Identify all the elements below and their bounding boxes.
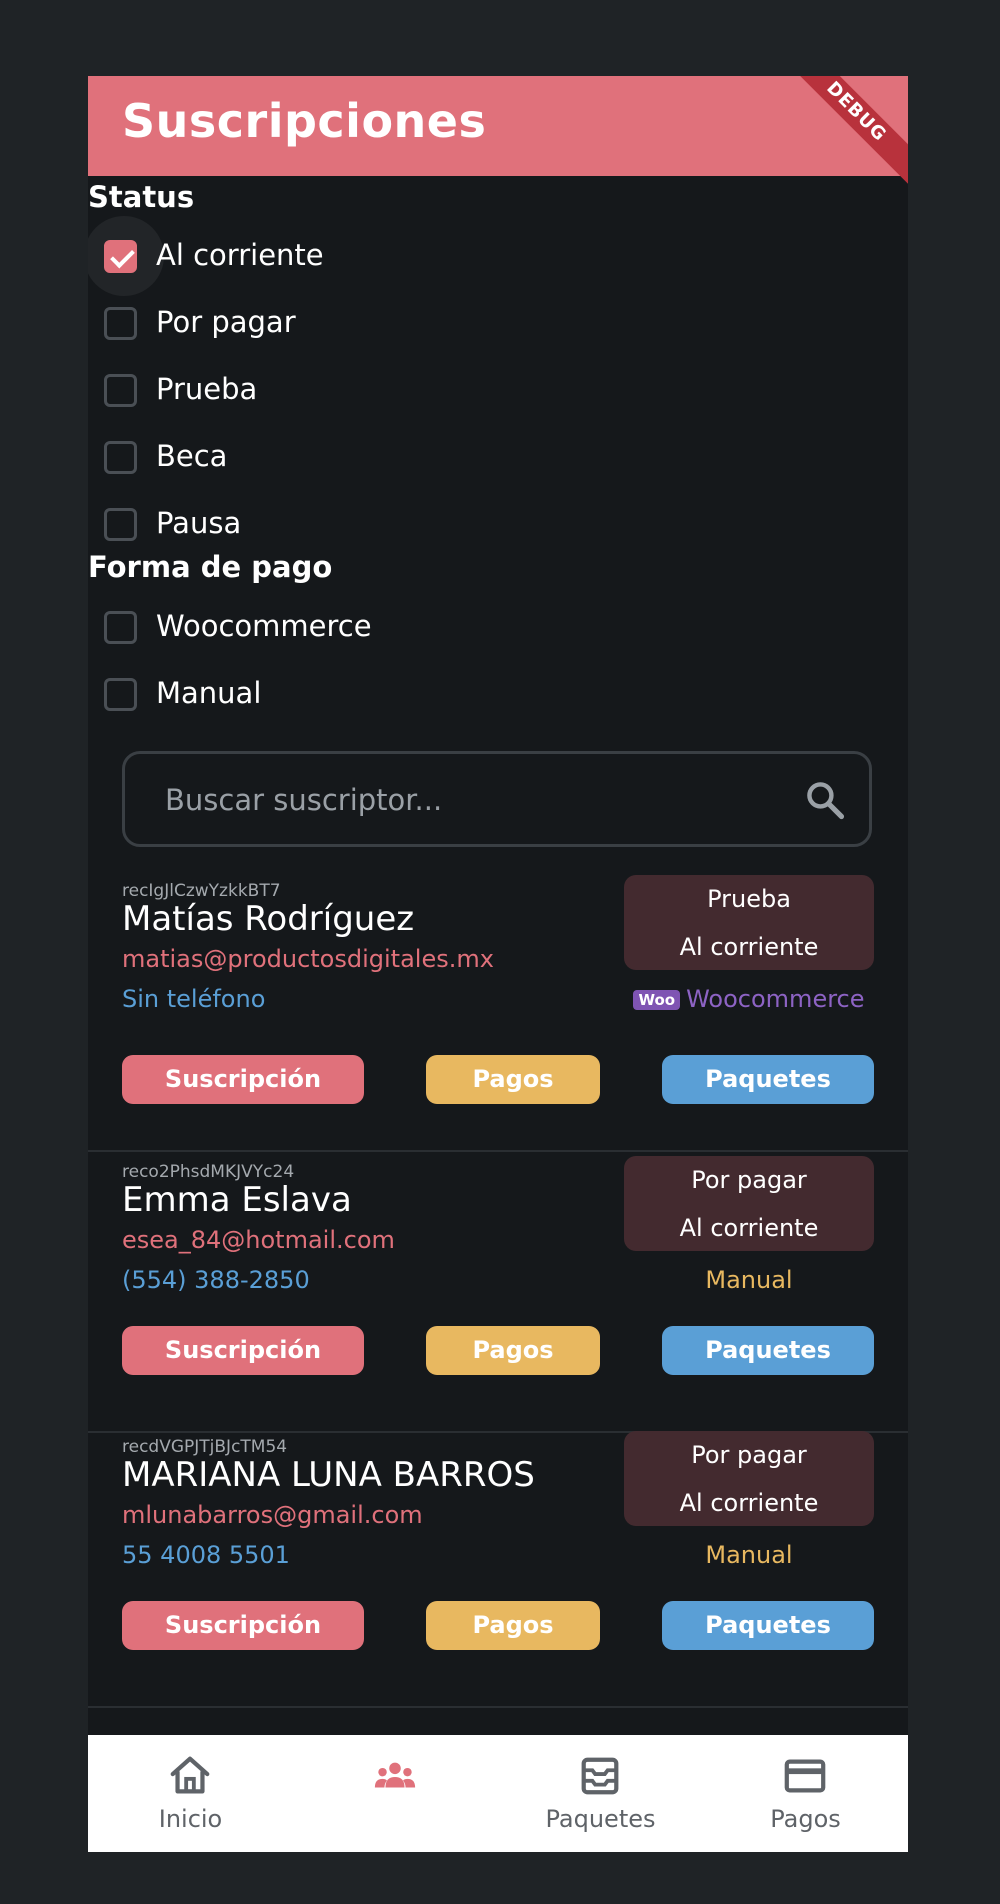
filter-status-beca[interactable]: Beca bbox=[88, 429, 908, 489]
payment-method-label: Manual bbox=[705, 1541, 793, 1569]
status-badge: Prueba Al corriente bbox=[624, 875, 874, 970]
checkbox-label: Woocommerce bbox=[156, 609, 372, 643]
subscriber-card: recdVGPJTjBJcTM54 MARIANA LUNA BARROS ml… bbox=[88, 1431, 908, 1708]
record-id: recdVGPJTjBJcTM54 bbox=[122, 1437, 288, 1457]
credit-card-icon bbox=[784, 1759, 826, 1793]
checkbox[interactable] bbox=[104, 508, 137, 541]
payment-filter-title: Forma de pago bbox=[88, 550, 333, 584]
nav-label: Paquetes bbox=[545, 1805, 656, 1833]
search-box[interactable] bbox=[122, 751, 872, 847]
payment-method: Woo Woocommerce bbox=[624, 985, 874, 1013]
search-input[interactable] bbox=[163, 776, 767, 824]
subscriber-email: matias@productosdigitales.mx bbox=[122, 945, 494, 973]
checkbox-label: Pausa bbox=[156, 506, 242, 540]
search-icon[interactable] bbox=[803, 778, 847, 822]
nav-item-pagos[interactable]: Pagos bbox=[703, 1735, 908, 1852]
payments-button[interactable]: Pagos bbox=[426, 1055, 600, 1104]
app-screen: Suscripciones DEBUG Status Al corriente … bbox=[88, 76, 908, 1852]
subscription-button[interactable]: Suscripción bbox=[122, 1326, 364, 1375]
status-badge: Por pagar Al corriente bbox=[624, 1431, 874, 1526]
status-filter-title: Status bbox=[88, 180, 195, 214]
checkbox[interactable] bbox=[104, 678, 137, 711]
filter-status-prueba[interactable]: Prueba bbox=[88, 362, 908, 422]
subscriber-phone: 55 4008 5501 bbox=[122, 1541, 290, 1569]
subscriber-email: mlunabarros@gmail.com bbox=[122, 1501, 423, 1529]
checkbox[interactable] bbox=[104, 307, 137, 340]
plan-label: Prueba bbox=[707, 885, 791, 913]
nav-label: Pagos bbox=[770, 1805, 841, 1833]
subscriber-name: MARIANA LUNA BARROS bbox=[122, 1455, 535, 1495]
subscriber-card: reco2PhsdMKJVYc24 Emma Eslava esea_84@ho… bbox=[88, 1156, 908, 1433]
nav-label: Inicio bbox=[158, 1805, 223, 1833]
filter-status-por-pagar[interactable]: Por pagar bbox=[88, 295, 908, 355]
checkbox-label: Prueba bbox=[156, 372, 258, 406]
nav-item-paquetes[interactable]: Paquetes bbox=[498, 1735, 703, 1852]
filter-status-pausa[interactable]: Pausa bbox=[88, 496, 908, 556]
checkbox[interactable] bbox=[104, 611, 137, 644]
subscriber-name: Emma Eslava bbox=[122, 1180, 352, 1220]
status-label: Al corriente bbox=[679, 1214, 819, 1242]
packages-button[interactable]: Paquetes bbox=[662, 1326, 874, 1375]
checkbox-checked[interactable] bbox=[104, 240, 137, 273]
debug-banner: DEBUG bbox=[775, 76, 908, 193]
checkbox-label: Beca bbox=[156, 439, 228, 473]
status-label: Al corriente bbox=[679, 933, 819, 961]
status-badge: Por pagar Al corriente bbox=[624, 1156, 874, 1251]
plan-label: Por pagar bbox=[691, 1166, 807, 1194]
packages-button[interactable]: Paquetes bbox=[662, 1601, 874, 1650]
nav-item-inicio[interactable]: Inicio bbox=[88, 1735, 293, 1852]
subscriber-phone: Sin teléfono bbox=[122, 985, 266, 1013]
nav-item-suscriptores[interactable] bbox=[293, 1735, 498, 1852]
people-icon bbox=[374, 1762, 416, 1788]
page-title: Suscripciones bbox=[122, 94, 487, 148]
checkbox-label: Por pagar bbox=[156, 305, 296, 339]
subscriber-email: esea_84@hotmail.com bbox=[122, 1226, 395, 1254]
record-id: recIgJlCzwYzkkBT7 bbox=[122, 881, 281, 901]
subscription-button[interactable]: Suscripción bbox=[122, 1601, 364, 1650]
app-bar: Suscripciones DEBUG bbox=[88, 76, 908, 193]
payment-method-label: Woocommerce bbox=[686, 985, 865, 1013]
home-icon bbox=[170, 1756, 210, 1794]
checkbox[interactable] bbox=[104, 374, 137, 407]
filter-status-al-corriente[interactable]: Al corriente bbox=[88, 216, 908, 296]
filter-payment-manual[interactable]: Manual bbox=[88, 666, 908, 726]
checkbox[interactable] bbox=[104, 441, 137, 474]
subscriber-card: recIgJlCzwYzkkBT7 Matías Rodríguez matia… bbox=[88, 875, 908, 1152]
payment-method-label: Manual bbox=[705, 1266, 793, 1294]
plan-label: Por pagar bbox=[691, 1441, 807, 1469]
status-label: Al corriente bbox=[679, 1489, 819, 1517]
record-id: reco2PhsdMKJVYc24 bbox=[122, 1162, 295, 1182]
checkbox-label: Manual bbox=[156, 676, 262, 710]
subscriber-phone: (554) 388-2850 bbox=[122, 1266, 310, 1294]
subscriber-name: Matías Rodríguez bbox=[122, 899, 415, 939]
bottom-navigation: Inicio Paquetes Pagos bbox=[88, 1735, 908, 1852]
payments-button[interactable]: Pagos bbox=[426, 1326, 600, 1375]
subscription-button[interactable]: Suscripción bbox=[122, 1055, 364, 1104]
packages-button[interactable]: Paquetes bbox=[662, 1055, 874, 1104]
woocommerce-logo-icon: Woo bbox=[633, 990, 681, 1010]
payments-button[interactable]: Pagos bbox=[426, 1601, 600, 1650]
filter-payment-woocommerce[interactable]: Woocommerce bbox=[88, 599, 908, 659]
inbox-icon bbox=[581, 1757, 619, 1795]
checkbox-label: Al corriente bbox=[156, 238, 324, 272]
